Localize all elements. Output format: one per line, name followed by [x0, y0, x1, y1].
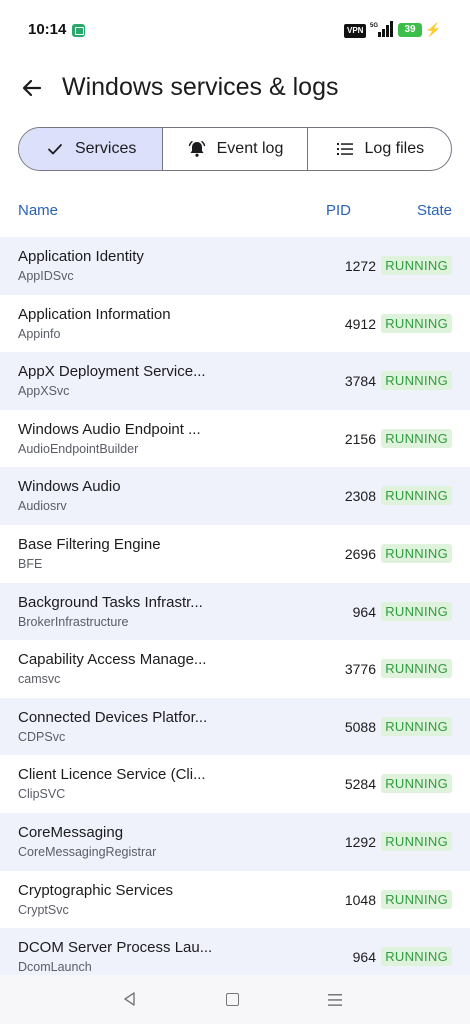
service-name: AppX Deployment Service...: [18, 363, 206, 381]
service-pid: 2308: [344, 488, 376, 505]
service-pid: 2156: [344, 430, 376, 447]
service-name: Windows Audio: [18, 478, 121, 496]
service-row[interactable]: Windows Audio Endpoint ... AudioEndpointB…: [0, 410, 470, 468]
status-badge: RUNNING: [381, 889, 452, 909]
service-row[interactable]: Application Information Appinfo 4912 RUNNIN…: [0, 295, 470, 353]
service-pid: 5088: [344, 718, 376, 735]
service-row[interactable]: AppX Deployment Service... AppXSvc 3784 RUN…: [0, 352, 470, 410]
service-name: Application Identity: [18, 248, 144, 265]
service-name: Windows Audio Endpoint ...: [18, 420, 201, 438]
service-row[interactable]: Background Tasks Infrastr... BrokerInfras…: [0, 582, 470, 641]
status-time: 10:14: [28, 21, 67, 38]
bell-icon: [188, 141, 205, 157]
status-badge: RUNNING: [381, 831, 452, 851]
service-row[interactable]: CoreMessaging CoreMessagingRegistrar 1292 R…: [0, 812, 470, 871]
status-badge: RUNNING: [381, 659, 452, 679]
status-bar: 10:14 VPN 5G 39 ⚡: [0, 0, 470, 58]
svg-text:5G: 5G: [370, 23, 378, 29]
charging-icon: ⚡: [425, 22, 442, 37]
service-id: AppIDSvc: [18, 269, 74, 283]
nav-back-icon[interactable]: [122, 991, 138, 1007]
service-row[interactable]: Cryptographic Services CryptSvc 1048 RUNNIN…: [0, 871, 470, 929]
service-name: DCOM Server Process Lau...: [18, 939, 213, 957]
service-row[interactable]: DCOM Server Process Lau... DcomLaunch 964 R…: [0, 928, 470, 975]
service-row[interactable]: Capability Access Manage... camsvc 3776 RUN…: [0, 640, 470, 698]
service-id: Audiosrv: [18, 499, 67, 514]
service-id: ClipSVC: [18, 787, 66, 802]
column-name-header[interactable]: Name: [18, 202, 58, 219]
tab-event-log[interactable]: Event log: [163, 128, 308, 170]
status-badge: RUNNING: [381, 313, 452, 333]
service-id: DcomLaunch: [18, 960, 92, 975]
service-pid: 964: [352, 949, 376, 966]
service-pid: 3776: [344, 661, 376, 678]
status-badge: RUNNING: [381, 256, 452, 275]
signal-icon: 5G: [370, 21, 393, 37]
service-pid: 4912: [344, 315, 376, 332]
service-pid: 5284: [344, 776, 376, 793]
back-arrow-icon[interactable]: [18, 74, 46, 102]
column-pid-header[interactable]: PID: [326, 202, 351, 219]
status-badge: RUNNING: [381, 947, 452, 967]
service-id: Appinfo: [18, 326, 61, 341]
status-badge: RUNNING: [381, 428, 452, 448]
service-list: Application Identity AppIDSvc 1272 RUNNING A…: [0, 237, 470, 975]
battery-icon: 39: [398, 23, 422, 37]
nav-home-icon[interactable]: [226, 993, 239, 1006]
service-id: BrokerInfrastructure: [18, 614, 129, 629]
tab-log-files-label: Log files: [364, 140, 425, 157]
service-id: CDPSvc: [18, 729, 66, 744]
vpn-badge: VPN: [344, 24, 367, 38]
service-name: Cryptographic Services: [18, 881, 174, 899]
gallery-notification-icon: [72, 24, 85, 37]
app-bar: Windows services & logs: [0, 62, 470, 114]
service-row[interactable]: Windows Audio Audiosrv 2308 RUNNING: [0, 467, 470, 525]
service-row[interactable]: Client Licence Service (Cli... ClipSVC 528…: [0, 755, 470, 813]
service-pid: 1048: [344, 891, 376, 908]
service-name: Client Licence Service (Cli...: [18, 766, 206, 784]
list-icon: [336, 143, 353, 155]
status-badge: RUNNING: [381, 486, 452, 506]
tab-log-files[interactable]: Log files: [308, 128, 451, 170]
tab-services[interactable]: Services: [19, 128, 164, 170]
status-badge: RUNNING: [381, 543, 452, 563]
check-icon: [48, 144, 62, 155]
service-pid: 1292: [344, 833, 376, 850]
table-header: Name PID State: [0, 196, 470, 226]
status-badge: RUNNING: [381, 716, 452, 736]
service-name: Capability Access Manage...: [18, 651, 207, 669]
column-state-header[interactable]: State: [417, 202, 452, 219]
service-pid: 1272: [344, 258, 376, 274]
service-pid: 3784: [344, 373, 376, 390]
service-row[interactable]: Base Filtering Engine BFE 2696 RUNNING: [0, 525, 470, 583]
service-name: Background Tasks Infrastr...: [18, 593, 203, 611]
service-name: Base Filtering Engine: [18, 535, 161, 553]
service-id: AppXSvc: [18, 384, 70, 399]
service-name: CoreMessaging: [18, 823, 124, 841]
service-id: CryptSvc: [18, 902, 69, 917]
view-tabs: Services Event log Log files: [18, 127, 452, 171]
service-id: AudioEndpointBuilder: [18, 441, 139, 456]
service-row[interactable]: Connected Devices Platfor... CDPSvc 5088 RU…: [0, 697, 470, 756]
service-name: Application Information: [18, 305, 171, 323]
status-badge: RUNNING: [381, 371, 452, 391]
service-pid: 2696: [344, 545, 376, 562]
service-id: camsvc: [18, 672, 61, 687]
nav-recents-icon[interactable]: [328, 993, 342, 1007]
service-id: BFE: [18, 556, 43, 571]
tab-services-label: Services: [74, 140, 137, 157]
status-badge: RUNNING: [381, 774, 452, 794]
service-pid: 964: [352, 603, 376, 620]
system-nav-bar: [0, 975, 470, 1024]
status-badge: RUNNING: [381, 601, 452, 621]
page-title: Windows services & logs: [62, 73, 339, 101]
service-name: Connected Devices Platfor...: [18, 708, 208, 726]
service-id: CoreMessagingRegistrar: [18, 844, 157, 859]
tab-event-log-label: Event log: [216, 140, 284, 157]
service-row[interactable]: Application Identity AppIDSvc 1272 RUNNING: [0, 237, 470, 295]
